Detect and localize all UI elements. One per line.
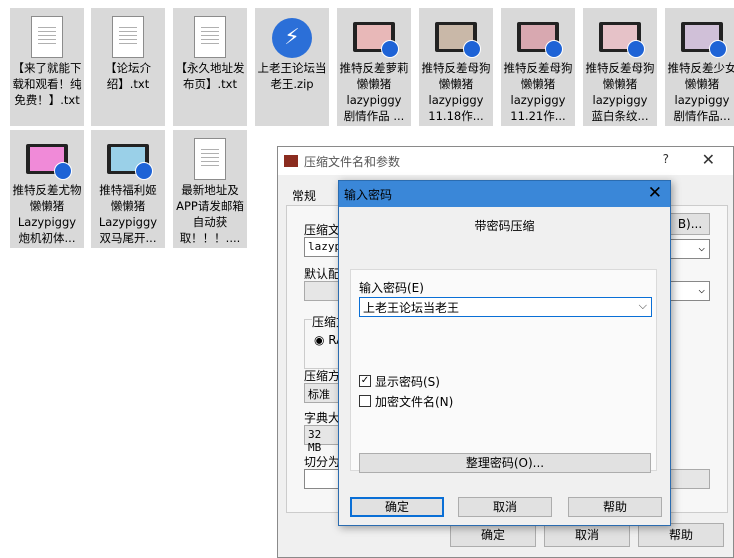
desktop-file-name: 推特反差母狗 懒懒猪 lazypiggy 11.18作... [421, 61, 491, 123]
cancel-button[interactable]: 取消 [458, 497, 552, 517]
zip-archive-icon: ⚡ [271, 16, 313, 60]
chevron-down-icon: ⌵ [698, 241, 705, 254]
desktop-file-name: 上老王论坛当老王.zip [257, 61, 327, 91]
desktop-file[interactable]: 推特反差尤物 懒懒猪 Lazypiggy 炮机初体... [10, 130, 84, 248]
archive-window-titlebar[interactable]: 压缩文件名和参数 ? ✕ [278, 147, 733, 175]
encrypt-filenames-label[interactable]: 加密文件名(N) [375, 393, 453, 410]
split-unit-dropdown[interactable] [670, 469, 710, 489]
desktop-file-name: 【来了就能下载和观看！纯免费！】.txt [12, 61, 82, 107]
dictionary-size-label: 字典大 [304, 411, 341, 425]
close-icon[interactable]: ✕ [648, 183, 662, 203]
video-file-icon [517, 16, 563, 60]
desktop-file[interactable]: 推特反差萝莉 懒懒猪 lazypiggy 剧情作品 ... [337, 8, 411, 126]
archive-cancel-button[interactable]: 取消 [544, 523, 630, 547]
desktop-file-name: 推特反差母狗 懒懒猪 lazypiggy 蓝白条纹... [585, 61, 655, 123]
password-dialog-title: 输入密码 [344, 188, 393, 202]
compression-method-dropdown[interactable]: 标准 [304, 383, 340, 403]
archive-name-label: 压缩文 [304, 223, 341, 237]
text-file-icon [26, 16, 68, 60]
split-volumes-label: 切分为 [304, 455, 341, 469]
dictionary-size-dropdown[interactable]: 32 MB [304, 425, 340, 454]
archive-ok-button[interactable]: 确定 [450, 523, 536, 547]
password-label: 输入密码(E) [359, 281, 424, 295]
text-file-icon [189, 138, 231, 182]
desktop-file-name: 【论坛介绍】.txt [105, 61, 151, 91]
encrypt-filenames-checkbox[interactable] [359, 395, 371, 407]
desktop-file-name: 【永久地址发布页】.txt [175, 61, 245, 91]
desktop-file[interactable]: 【论坛介绍】.txt [91, 8, 165, 126]
desktop-file-name: 推特反差母狗 懒懒猪 lazypiggy 11.21作... [503, 61, 573, 123]
browse-button[interactable]: B)... [670, 213, 710, 235]
video-file-icon [435, 16, 481, 60]
update-mode-dropdown[interactable]: ⌵ [670, 281, 710, 301]
show-password-label[interactable]: 显示密码(S) [375, 373, 440, 390]
winrar-app-icon [284, 155, 298, 167]
archive-window-title: 压缩文件名和参数 [304, 155, 401, 169]
desktop-file[interactable]: 推特反差母狗 懒懒猪 lazypiggy 蓝白条纹... [583, 8, 657, 126]
password-input[interactable]: 上老王论坛当老王 ⌵ [359, 297, 652, 317]
desktop-file[interactable]: 推特福利姬 懒懒猪 Lazypiggy 双马尾开... [91, 130, 165, 248]
default-profile-label: 默认配 [304, 267, 341, 281]
chevron-down-icon[interactable]: ⌵ [639, 299, 647, 313]
password-value: 上老王论坛当老王 [363, 301, 460, 315]
desktop-file[interactable]: ⚡ 上老王论坛当老王.zip [255, 8, 329, 126]
video-file-icon [26, 138, 72, 182]
desktop-file[interactable]: 【来了就能下载和观看！纯免费！】.txt [10, 8, 84, 126]
desktop-file-name: 推特反差尤物 懒懒猪 Lazypiggy 炮机初体... [12, 183, 82, 245]
desktop-file[interactable]: 推特反差少女 懒懒猪 lazypiggy 剧情作品... [665, 8, 734, 126]
compression-method-label: 压缩方 [304, 369, 341, 383]
password-dialog-titlebar[interactable]: 输入密码 ✕ [339, 181, 670, 207]
archive-name-dropdown[interactable]: ⌵ [670, 239, 710, 259]
password-dialog: 输入密码 ✕ 带密码压缩 输入密码(E) 上老王论坛当老王 ⌵ ✓ 显示密码(S… [338, 180, 671, 526]
video-file-icon [353, 16, 399, 60]
help-button[interactable]: 帮助 [568, 497, 662, 517]
video-file-icon [681, 16, 727, 60]
help-icon[interactable]: ? [663, 152, 669, 166]
desktop-file[interactable]: 推特反差母狗 懒懒猪 lazypiggy 11.21作... [501, 8, 575, 126]
desktop-file[interactable]: 推特反差母狗 懒懒猪 lazypiggy 11.18作... [419, 8, 493, 126]
desktop-file-name: 最新地址及APP请发邮箱自动获取！！！.... [176, 183, 244, 245]
video-file-icon [107, 138, 153, 182]
close-icon[interactable]: ✕ [702, 150, 715, 169]
show-password-checkbox[interactable]: ✓ [359, 375, 371, 387]
chevron-down-icon: ⌵ [698, 283, 705, 296]
archive-help-button[interactable]: 帮助 [638, 523, 724, 547]
desktop-file[interactable]: 最新地址及APP请发邮箱自动获取！！！.... [173, 130, 247, 248]
ok-button[interactable]: 确定 [350, 497, 444, 517]
organize-passwords-button[interactable]: 整理密码(O)... [359, 453, 651, 473]
tab-general[interactable]: 常规 [292, 187, 316, 204]
text-file-icon [107, 16, 149, 60]
dialog-heading: 带密码压缩 [474, 219, 535, 233]
video-file-icon [599, 16, 645, 60]
desktop-file[interactable]: 【永久地址发布页】.txt [173, 8, 247, 126]
desktop-file-name: 推特反差少女 懒懒猪 lazypiggy 剧情作品... [667, 61, 734, 123]
desktop-file-name: 推特福利姬 懒懒猪 Lazypiggy 双马尾开... [98, 183, 158, 245]
desktop-file-name: 推特反差萝莉 懒懒猪 lazypiggy 剧情作品 ... [339, 61, 409, 123]
split-volumes-field[interactable] [304, 469, 340, 489]
profile-button[interactable] [304, 281, 340, 301]
text-file-icon [189, 16, 231, 60]
